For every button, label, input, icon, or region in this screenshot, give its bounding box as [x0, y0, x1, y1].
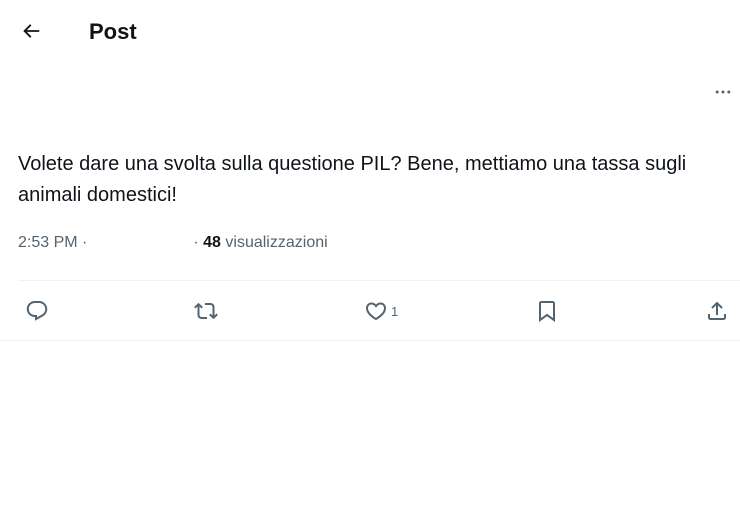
post-meta: 2:53 PM · · 48 visualizzazioni — [18, 232, 328, 254]
views-label: visualizzazioni — [220, 234, 328, 251]
like-button[interactable]: 1 — [364, 296, 398, 326]
like-count: 1 — [391, 303, 399, 319]
reply-button[interactable] — [25, 296, 49, 326]
reply-icon — [25, 299, 49, 323]
bookmark-button[interactable] — [535, 296, 559, 326]
meta-separator: · — [77, 234, 88, 251]
action-bar: 1 — [0, 281, 740, 340]
share-button[interactable] — [705, 296, 729, 326]
divider — [0, 340, 740, 341]
share-icon — [705, 299, 729, 323]
repost-icon — [194, 299, 218, 323]
more-horizontal-icon — [713, 82, 733, 107]
meta-separator: · — [193, 234, 204, 251]
back-button[interactable] — [14, 17, 48, 49]
post-text: Volete dare una svolta sulla questione P… — [18, 153, 687, 206]
bookmark-icon — [535, 299, 559, 323]
post-page: Post Volete dare una svolta sulla questi… — [0, 0, 740, 520]
more-options-button[interactable] — [708, 82, 738, 106]
post-timestamp[interactable]: 2:53 PM — [18, 234, 78, 251]
arrow-left-icon — [20, 20, 42, 47]
header: Post — [0, 0, 740, 66]
page-title: Post — [89, 19, 137, 44]
views-count: 48 — [203, 234, 221, 251]
repost-button[interactable] — [194, 296, 218, 326]
heart-icon — [364, 299, 388, 323]
